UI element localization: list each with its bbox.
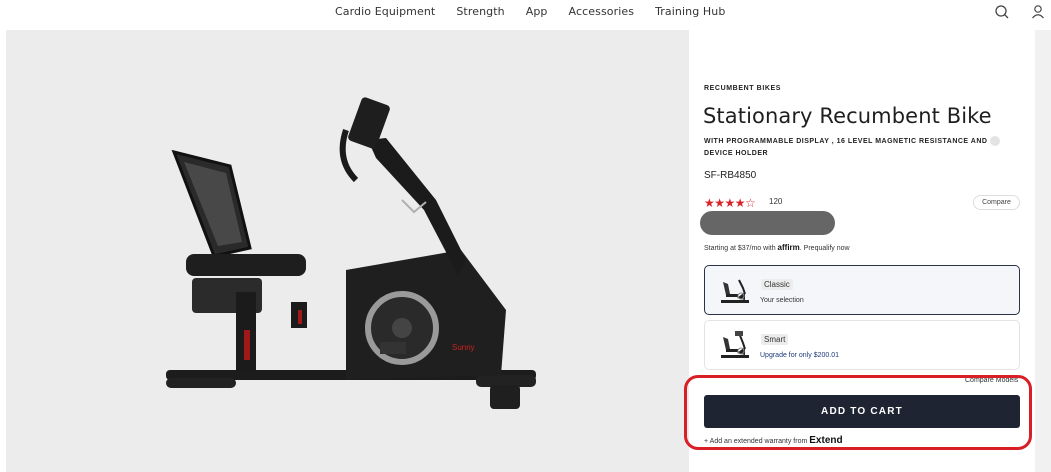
bike-thumbnail-icon [721,279,749,303]
nav-item-training-hub[interactable]: Training Hub [655,5,725,18]
variant-status: Your selection [760,297,804,304]
product-category[interactable]: RECUMBENT BIKES [704,85,781,92]
user-icon[interactable] [1029,3,1047,21]
variant-name: Classic [761,279,793,290]
variant-upgrade-price: Upgrade for only $200.01 [760,352,839,359]
compare-models-link[interactable]: Compare Models [965,377,1018,384]
financing-info: Starting at $37/mo with affirm. Prequali… [704,243,850,252]
variant-name: Smart [761,334,789,345]
product-subtitle: WITH PROGRAMMABLE DISPLAY , 16 LEVEL MAG… [704,136,1004,160]
search-icon[interactable] [993,3,1011,21]
bike-thumbnail-icon [721,331,749,358]
svg-text:Sunny: Sunny [452,343,475,352]
warranty-text: + Add an extended warranty from [704,438,808,445]
nav-item-accessories[interactable]: Accessories [569,5,635,18]
review-count[interactable]: 120 [769,197,782,206]
rating-stars[interactable]: ★★★★☆ [704,196,756,210]
product-image-gallery: Sunny [6,30,689,472]
extend-logo: Extend [809,435,843,446]
extended-warranty-offer[interactable]: + Add an extended warranty from Extend [704,435,843,446]
nav-item-app[interactable]: App [526,5,548,18]
variant-option-smart[interactable]: Smart Upgrade for only $200.01 [704,320,1020,370]
compare-button[interactable]: Compare [973,195,1020,210]
product-title: Stationary Recumbent Bike [703,104,992,128]
prequalify-link[interactable]: . Prequalify now [800,245,850,252]
price-redacted [700,211,835,235]
top-navigation: Cardio Equipment Strength App Accessorie… [0,0,1051,28]
nav-item-cardio-equipment[interactable]: Cardio Equipment [335,5,435,18]
scrollbar-track[interactable] [1035,30,1051,472]
variant-option-classic[interactable]: Classic Your selection [704,265,1020,315]
info-icon[interactable] [990,136,1000,146]
product-sku: SF-RB4850 [704,170,757,181]
financing-prefix: Starting at $37/mo with [704,245,776,252]
recumbent-bike-image[interactable]: Sunny [6,30,689,472]
add-to-cart-button[interactable]: ADD TO CART [704,395,1020,428]
nav-menu: Cardio Equipment Strength App Accessorie… [335,5,746,18]
nav-item-strength[interactable]: Strength [456,5,504,18]
product-subtitle-text: WITH PROGRAMMABLE DISPLAY , 16 LEVEL MAG… [704,138,988,157]
affirm-logo: affirm [777,243,800,252]
